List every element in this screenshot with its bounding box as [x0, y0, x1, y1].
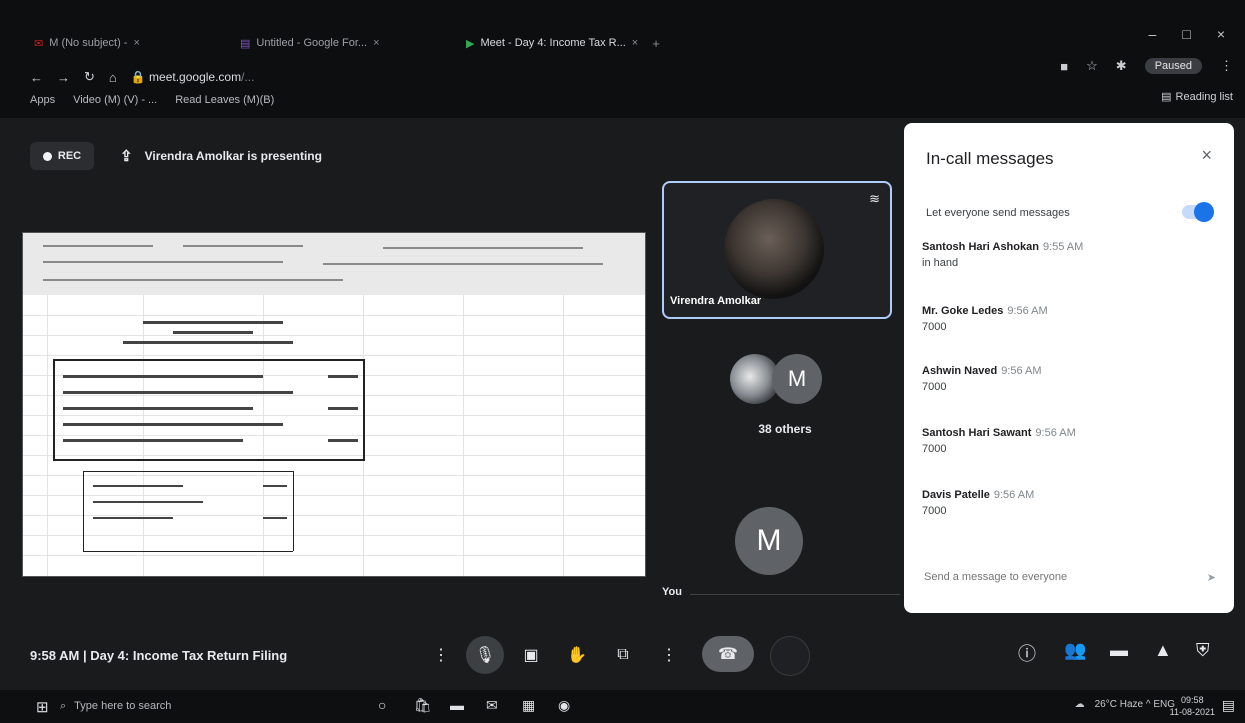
close-icon[interactable]: × [133, 37, 139, 49]
extensions-area: ■ ☆ ✱ Paused ⋮ [1060, 58, 1233, 74]
chat-message: Davis Patelle 9:56 AM 7000 [922, 489, 1035, 517]
bookmark-apps[interactable]: Apps [30, 94, 55, 112]
search-icon: ⌕ [60, 699, 67, 712]
more-icon: ⋮ [661, 647, 677, 664]
close-icon[interactable]: × [373, 37, 379, 49]
phone-hangup-icon: ☎ [718, 646, 738, 663]
home-icon[interactable]: ⌂ [109, 70, 117, 85]
activities-icon[interactable]: ▲ [1154, 640, 1172, 661]
chat-message: Ashwin Naved 9:56 AM 7000 [922, 365, 1042, 393]
taskbar: ⊞ ⌕ Type here to search ○ 🛍 ▬ ✉ ▦ ◉ ☁ 26… [0, 690, 1245, 723]
chat-title: In-call messages [926, 149, 1054, 168]
avatar: M [772, 354, 822, 404]
send-icon[interactable]: ➤ [1207, 571, 1216, 584]
meeting-info: 9:58 AM | Day 4: Income Tax Return Filin… [30, 648, 288, 663]
minimize-button[interactable]: – [1149, 26, 1157, 42]
divider [690, 594, 900, 595]
mic-icon: 🎙 [474, 647, 496, 664]
forms-icon: ▤ [240, 37, 251, 50]
spreadsheet-ribbon [23, 233, 645, 296]
back-icon[interactable]: ← [30, 70, 43, 85]
tab-forms[interactable]: ▤ Untitled - Google For... × [240, 30, 380, 56]
mic-button[interactable]: 🎙 [466, 636, 504, 674]
chat-message: Mr. Goke Ledes 9:56 AM 7000 [922, 305, 1048, 333]
window-controls: – □ × [1149, 26, 1225, 42]
hand-icon: ✋ [567, 647, 587, 664]
mail-icon[interactable]: ✉ [486, 697, 498, 714]
reload-icon[interactable]: ↻ [84, 69, 95, 85]
avatar [724, 199, 824, 299]
bookmark-read-leaves[interactable]: Read Leaves (M)(B) [175, 94, 274, 112]
spreadsheet-grid [23, 295, 645, 576]
raise-hand-button[interactable]: ✋ [558, 636, 596, 674]
tab-gmail[interactable]: ✉ M (No subject) - × [34, 30, 140, 56]
message-input[interactable] [922, 570, 1176, 584]
meet-icon: ▶ [466, 37, 475, 50]
store-icon[interactable]: 🛍 [414, 697, 432, 714]
task-view-icon[interactable]: ○ [378, 697, 386, 713]
maximize-button[interactable]: □ [1182, 26, 1190, 42]
people-icon[interactable]: 👥 [1064, 640, 1086, 661]
chrome-icon[interactable]: ◉ [558, 697, 570, 714]
windows-start-icon[interactable]: ⊞ [36, 698, 49, 716]
file-explorer-icon[interactable]: ▬ [450, 697, 464, 713]
host-controls-icon[interactable]: ⛨ [1196, 640, 1210, 661]
chat-message: Santosh Hari Sawant 9:56 AM 7000 [922, 427, 1076, 455]
close-icon[interactable]: × [1201, 145, 1212, 166]
participant-tile-presenter[interactable]: ≋ Virendra Amolkar [662, 181, 892, 319]
camera-button[interactable] [770, 636, 810, 676]
speaking-icon: ≋ [869, 191, 880, 206]
weather-icon: ☁ [1074, 699, 1085, 710]
send-messages-toggle[interactable] [1182, 202, 1214, 222]
info-icon[interactable]: ⓘ [1018, 640, 1036, 666]
gmail-icon: ✉ [34, 37, 44, 50]
tab-meet[interactable]: ▶ Meet - Day 4: Income Tax R... × + [466, 30, 660, 56]
present-icon: ⧉ [617, 646, 629, 663]
presenting-banner: ⇪ Virendra Amolkar is presenting [120, 148, 322, 165]
bookmarks-bar: Apps Video (M) (V) - ... Read Leaves (M)… [30, 94, 274, 112]
chat-message: Santosh Hari Ashokan 9:55 AM in hand [922, 241, 1084, 269]
close-window-button[interactable]: × [1217, 26, 1225, 42]
self-tile-label: You [662, 586, 682, 598]
captions-button[interactable]: ▣ [512, 636, 550, 674]
message-composer: ➤ [922, 565, 1216, 589]
toggle-label: Let everyone send messages [926, 207, 1070, 219]
reading-list-button[interactable]: ▤ Reading list [1161, 90, 1233, 104]
more-options-button[interactable]: ⋮ [650, 636, 688, 674]
menu-icon[interactable]: ⋮ [1220, 58, 1233, 74]
shared-screen [22, 232, 646, 577]
address-bar-row: ← → ↻ ⌂ 🔒 meet.google.com/... [30, 66, 254, 88]
system-tray: ☁ 26°C Haze ^ ENG [1074, 699, 1175, 710]
leave-call-button[interactable]: ☎ [702, 636, 754, 672]
others-tile[interactable]: M 38 others [700, 340, 870, 440]
recording-badge: REC [30, 142, 94, 170]
bookmark-video[interactable]: Video (M) (V) - ... [73, 94, 157, 112]
forward-icon[interactable]: → [57, 70, 70, 85]
app-icon[interactable]: ▦ [522, 697, 535, 714]
star-icon[interactable]: ☆ [1086, 58, 1098, 74]
clock[interactable]: 09:58 11-08-2021 [1170, 694, 1215, 718]
new-tab-button[interactable]: + [652, 36, 660, 51]
notification-icon[interactable]: ▤ [1222, 697, 1235, 714]
record-dot-icon [42, 151, 52, 161]
profile-button[interactable]: Paused [1144, 58, 1202, 74]
address-bar[interactable]: 🔒 meet.google.com/... [131, 70, 255, 84]
camera-icon[interactable]: ■ [1060, 59, 1068, 74]
more-options-left-icon[interactable]: ⋮ [422, 636, 460, 674]
self-avatar: M [735, 507, 803, 575]
close-icon[interactable]: × [632, 37, 638, 49]
chat-panel: In-call messages × Let everyone send mes… [904, 123, 1234, 613]
reading-list-icon: ▤ [1161, 91, 1172, 103]
present-button[interactable]: ⧉ [604, 636, 642, 674]
captions-icon: ▣ [523, 647, 539, 664]
chat-icon[interactable]: ▬ [1110, 640, 1128, 661]
puzzle-icon[interactable]: ✱ [1116, 58, 1127, 74]
present-screen-icon: ⇪ [120, 148, 133, 165]
taskbar-search[interactable]: ⌕ Type here to search [60, 695, 300, 717]
